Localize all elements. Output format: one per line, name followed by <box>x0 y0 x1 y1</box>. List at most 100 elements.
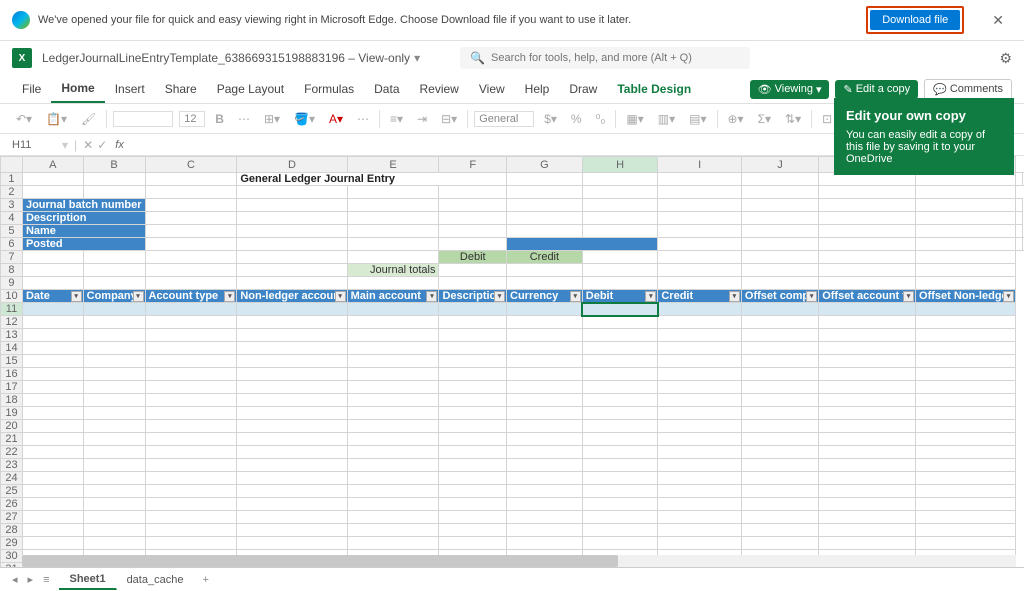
cell-K11[interactable] <box>819 303 916 316</box>
cell-I16[interactable] <box>658 368 742 381</box>
clipboard-icon[interactable]: 📋▾ <box>42 110 71 128</box>
cell-C11[interactable] <box>145 303 237 316</box>
cell-A2[interactable] <box>22 186 83 199</box>
cell-G19[interactable] <box>507 407 583 420</box>
cell-F4[interactable] <box>507 212 583 225</box>
cell-E20[interactable] <box>347 420 439 433</box>
cell-K24[interactable] <box>819 472 916 485</box>
cell-L27[interactable] <box>916 511 1016 524</box>
title-dropdown-icon[interactable]: ▾ <box>414 51 420 65</box>
cell-F23[interactable] <box>439 459 507 472</box>
row-header-7[interactable]: 7 <box>1 251 23 264</box>
cell-H4[interactable] <box>658 212 742 225</box>
cell-I27[interactable] <box>658 511 742 524</box>
accept-formula-icon[interactable]: ✓ <box>97 138 107 152</box>
row-header-4[interactable]: 4 <box>1 212 23 225</box>
currency-icon[interactable]: $▾ <box>540 110 561 128</box>
cell-F15[interactable] <box>439 355 507 368</box>
cell-C22[interactable] <box>145 446 237 459</box>
cell-K27[interactable] <box>819 511 916 524</box>
cell-H15[interactable] <box>582 355 658 368</box>
cell-E16[interactable] <box>347 368 439 381</box>
menu-data[interactable]: Data <box>364 76 409 102</box>
row-header-27[interactable]: 27 <box>1 511 23 524</box>
row-header-28[interactable]: 28 <box>1 524 23 537</box>
cell-G20[interactable] <box>507 420 583 433</box>
cell-G4[interactable] <box>582 212 658 225</box>
cell-K1[interactable] <box>1016 173 1023 186</box>
cell-J25[interactable] <box>741 485 818 498</box>
cell-A7[interactable] <box>22 251 83 264</box>
row-header-17[interactable]: 17 <box>1 381 23 394</box>
row-header-2[interactable]: 2 <box>1 186 23 199</box>
cell-E7[interactable] <box>347 251 439 264</box>
cell-J28[interactable] <box>741 524 818 537</box>
cell-G1[interactable] <box>658 173 742 186</box>
more-1-icon[interactable]: ⋯ <box>353 110 373 128</box>
cell-L24[interactable] <box>916 472 1016 485</box>
menu-formulas[interactable]: Formulas <box>294 76 364 102</box>
cell-A19[interactable] <box>22 407 83 420</box>
table-header-10[interactable]: Offset account ty▾ <box>819 290 916 303</box>
row-header-1[interactable]: 1 <box>1 173 23 186</box>
cell-E6[interactable] <box>439 238 507 251</box>
cell-K17[interactable] <box>819 381 916 394</box>
cell-F17[interactable] <box>439 381 507 394</box>
cell-A11[interactable] <box>22 303 83 316</box>
cell-F1[interactable] <box>582 173 658 186</box>
cell-D11[interactable] <box>237 303 347 316</box>
cell-J16[interactable] <box>741 368 818 381</box>
cell-E13[interactable] <box>347 329 439 342</box>
cell-H8[interactable] <box>582 264 658 277</box>
cell-A8[interactable] <box>22 264 83 277</box>
cell-L17[interactable] <box>916 381 1016 394</box>
cell-K6[interactable] <box>1016 238 1023 251</box>
cell-H21[interactable] <box>582 433 658 446</box>
cell-G11[interactable] <box>507 303 583 316</box>
cell-C21[interactable] <box>145 433 237 446</box>
cell-B20[interactable] <box>83 420 145 433</box>
cell-I14[interactable] <box>658 342 742 355</box>
cell-H23[interactable] <box>582 459 658 472</box>
menu-file[interactable]: File <box>12 76 51 102</box>
table-header-5[interactable]: Description▾ <box>439 290 507 303</box>
cell-I24[interactable] <box>658 472 742 485</box>
row-header-18[interactable]: 18 <box>1 394 23 407</box>
row-header-22[interactable]: 22 <box>1 446 23 459</box>
cell-G21[interactable] <box>507 433 583 446</box>
cell-J5[interactable] <box>819 225 916 238</box>
cell-J3[interactable] <box>819 199 916 212</box>
download-file-button[interactable]: Download file <box>870 10 960 30</box>
cell-H9[interactable] <box>582 277 658 290</box>
cell-C14[interactable] <box>145 342 237 355</box>
cell-D17[interactable] <box>237 381 347 394</box>
row-header-11[interactable]: 11 <box>1 303 23 316</box>
cell-E18[interactable] <box>347 394 439 407</box>
cell-H17[interactable] <box>582 381 658 394</box>
cell-I3[interactable] <box>741 199 818 212</box>
cell-K8[interactable] <box>819 264 916 277</box>
sheet-tab-data-cache[interactable]: data_cache <box>117 571 195 589</box>
cell-E9[interactable] <box>347 277 439 290</box>
row-header-30[interactable]: 30 <box>1 550 23 563</box>
row-header-6[interactable]: 6 <box>1 238 23 251</box>
cell-B27[interactable] <box>83 511 145 524</box>
cell-K21[interactable] <box>819 433 916 446</box>
cell-H25[interactable] <box>582 485 658 498</box>
cell-I5[interactable] <box>741 225 818 238</box>
cell-K13[interactable] <box>819 329 916 342</box>
cell-C15[interactable] <box>145 355 237 368</box>
cell-E11[interactable] <box>347 303 439 316</box>
insert-cell-icon[interactable]: ⊕▾ <box>724 110 748 128</box>
cell-J6[interactable] <box>916 238 1016 251</box>
cell-E25[interactable] <box>347 485 439 498</box>
cell-B9[interactable] <box>83 277 145 290</box>
row-header-20[interactable]: 20 <box>1 420 23 433</box>
cell-K29[interactable] <box>819 537 916 550</box>
cell-H14[interactable] <box>582 342 658 355</box>
row-header-12[interactable]: 12 <box>1 316 23 329</box>
cell-G24[interactable] <box>507 472 583 485</box>
row-header-5[interactable]: 5 <box>1 225 23 238</box>
cell-F11[interactable] <box>439 303 507 316</box>
cell-K2[interactable] <box>819 186 916 199</box>
